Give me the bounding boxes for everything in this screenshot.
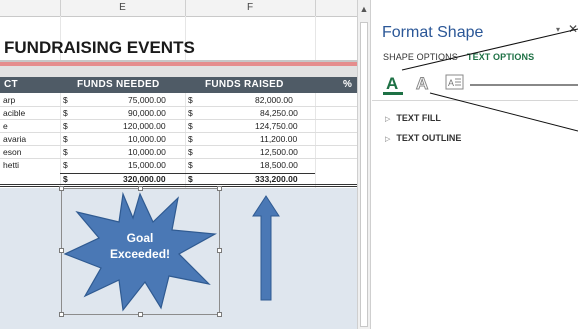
cell-funds-raised: 12,500.00 — [260, 147, 298, 157]
cell-funds-raised: 11,200.00 — [260, 134, 298, 144]
table-header-row[interactable] — [0, 77, 357, 93]
cell-currency: $ — [188, 147, 193, 157]
cell-project: hetti — [3, 160, 20, 170]
cell-project: eson — [3, 147, 22, 157]
cell-currency: $ — [188, 134, 193, 144]
cell-funds-needed: 75,000.00 — [128, 95, 166, 105]
resize-handle[interactable] — [217, 186, 222, 191]
header-accent-band — [0, 62, 357, 66]
scroll-up-icon[interactable]: ▲ — [359, 4, 369, 14]
row-divider — [0, 145, 357, 146]
table-row[interactable]: hetti $ 15,000.00 $ 18,500.00 — [0, 160, 357, 171]
cell-currency: $ — [63, 108, 68, 118]
header-project: CT — [4, 79, 18, 90]
tab-shape-options[interactable]: SHAPE OPTIONS — [383, 52, 458, 62]
cell-currency: $ — [63, 134, 68, 144]
header-funds-needed: FUNDS NEEDED — [77, 79, 160, 90]
pane-title: Format Shape — [382, 24, 484, 41]
expand-triangle-icon: ▷ — [385, 136, 391, 143]
header-percent: % — [343, 79, 353, 90]
table-row[interactable]: e $ 120,000.00 $ 124,750.00 — [0, 121, 357, 132]
resize-handle[interactable] — [59, 186, 64, 191]
expand-triangle-icon: ▷ — [385, 116, 391, 123]
format-shape-pane — [371, 0, 578, 329]
cell-funds-needed: 15,000.00 — [128, 160, 166, 170]
cell-project: e — [3, 121, 8, 131]
resize-handle[interactable] — [59, 248, 64, 253]
table-row[interactable]: acible $ 90,000.00 $ 84,250.00 — [0, 108, 357, 119]
cell-project: arp — [3, 95, 16, 105]
scrollbar-thumb[interactable] — [360, 22, 368, 327]
tab-text-options[interactable]: TEXT OPTIONS — [467, 52, 534, 62]
row-divider — [0, 119, 357, 120]
column-header-f[interactable]: F — [185, 0, 315, 17]
table-row[interactable]: arp $ 75,000.00 $ 82,000.00 — [0, 95, 357, 106]
row-divider — [0, 132, 357, 133]
resize-handle[interactable] — [217, 248, 222, 253]
up-arrow-icon[interactable] — [252, 195, 280, 301]
cell-funds-raised: 82,000.00 — [255, 95, 293, 105]
row-divider — [0, 158, 357, 159]
cell-funds-raised: 84,250.00 — [260, 108, 298, 118]
selected-tab-indicator — [383, 92, 403, 95]
selection-box[interactable] — [61, 188, 220, 315]
svg-text:A: A — [386, 74, 398, 92]
column-header-e-label: E — [119, 2, 126, 13]
total-double-border — [0, 184, 357, 185]
header-funds-raised: FUNDS RAISED — [205, 79, 284, 90]
pane-divider — [372, 100, 578, 101]
column-divider — [315, 0, 316, 16]
column-divider — [60, 0, 61, 16]
column-header-e[interactable]: E — [60, 0, 185, 17]
row-divider — [0, 106, 357, 107]
cell-currency: $ — [63, 121, 68, 131]
section-text-outline-label: TEXT OUTLINE — [396, 133, 462, 143]
cell-funds-raised: 18,500.00 — [260, 160, 298, 170]
column-divider — [185, 0, 186, 16]
section-text-fill[interactable]: ▷ TEXT FILL — [385, 113, 441, 123]
cell-currency: $ — [63, 160, 68, 170]
pane-options-dropdown-icon[interactable]: ▾ — [556, 25, 560, 34]
sheet-title[interactable]: FUNDRAISING EVENTS — [4, 38, 195, 58]
cell-currency: $ — [188, 95, 193, 105]
cell-currency: $ — [63, 95, 68, 105]
cell-funds-needed: 120,000.00 — [123, 121, 166, 131]
cell-currency: $ — [188, 121, 193, 131]
text-fill-outline-icon[interactable]: A — [382, 72, 404, 92]
cell-project: avaria — [3, 134, 27, 144]
cell-funds-needed: 10,000.00 — [128, 134, 166, 144]
textbox-icon[interactable]: A — [444, 72, 466, 92]
section-text-outline[interactable]: ▷ TEXT OUTLINE — [385, 133, 461, 143]
column-header-f-label: F — [246, 2, 254, 13]
total-double-border — [0, 186, 357, 187]
section-text-fill-label: TEXT FILL — [396, 113, 441, 123]
total-funds-raised: 333,200.00 — [255, 174, 298, 184]
column-header-d[interactable] — [0, 0, 60, 17]
cell-currency: $ — [188, 160, 193, 170]
close-icon[interactable]: ✕ — [568, 22, 578, 36]
cell-funds-needed: 90,000.00 — [128, 108, 166, 118]
cell-funds-needed: 10,000.00 — [128, 147, 166, 157]
cell-currency: $ — [63, 147, 68, 157]
spreadsheet[interactable]: E F FUNDRAISING EVENTS CT FUNDS NEEDED F… — [0, 0, 357, 329]
resize-handle[interactable] — [138, 312, 143, 317]
svg-text:A: A — [416, 74, 428, 92]
up-arrow-shape[interactable] — [252, 194, 282, 302]
total-currency: $ — [188, 174, 193, 184]
text-effects-icon[interactable]: A — [412, 72, 434, 93]
table-row[interactable]: eson $ 10,000.00 $ 12,500.00 — [0, 147, 357, 158]
cell-project: acible — [3, 108, 26, 118]
resize-handle[interactable] — [138, 186, 143, 191]
resize-handle[interactable] — [217, 312, 222, 317]
total-funds-needed: 320,000.00 — [123, 174, 166, 184]
total-currency: $ — [63, 174, 68, 184]
resize-handle[interactable] — [59, 312, 64, 317]
svg-text:A: A — [448, 78, 454, 88]
cell-currency: $ — [188, 108, 193, 118]
table-row[interactable]: avaria $ 10,000.00 $ 11,200.00 — [0, 134, 357, 145]
cell-funds-raised: 124,750.00 — [255, 121, 298, 131]
column-header-g[interactable] — [315, 0, 357, 17]
